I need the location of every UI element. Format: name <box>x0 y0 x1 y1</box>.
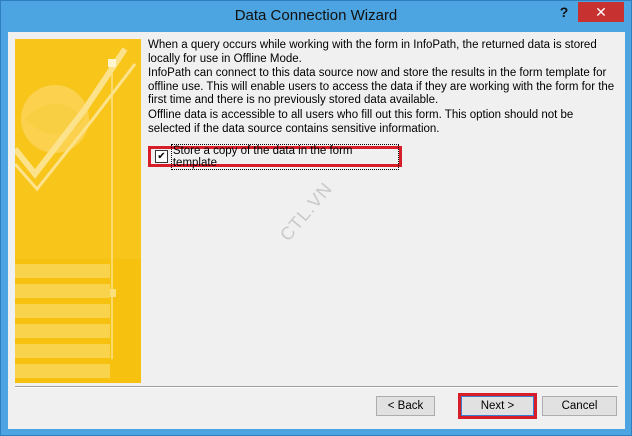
title-bar[interactable]: Data Connection Wizard ? ✕ <box>1 1 631 31</box>
help-button[interactable]: ? <box>550 2 578 22</box>
store-copy-checkbox[interactable]: ✔ <box>155 150 168 163</box>
close-button[interactable]: ✕ <box>578 2 624 22</box>
cancel-button[interactable]: Cancel <box>542 396 617 416</box>
checkmark-icon: ✔ <box>157 150 166 162</box>
window-title: Data Connection Wizard <box>234 7 398 24</box>
store-copy-option[interactable]: ✔ Store a copy of the data in the form t… <box>148 143 402 170</box>
close-icon: ✕ <box>595 4 607 20</box>
dialog-window: Data Connection Wizard ? ✕ When a query … <box>0 0 632 436</box>
description-paragraph-3: Offline data is accessible to all users … <box>148 108 574 135</box>
description-paragraph-1: When a query occurs while working with t… <box>148 39 597 65</box>
description-paragraph-2: InfoPath can connect to this data source… <box>148 67 615 107</box>
description-text: When a query occurs while working with t… <box>148 39 618 137</box>
wizard-art-panel <box>15 39 141 383</box>
button-divider <box>15 386 618 388</box>
watermark-text: CTL.VN <box>276 178 337 245</box>
back-button[interactable]: < Back <box>376 396 435 416</box>
store-copy-label[interactable]: Store a copy of the data in the form tem… <box>170 143 399 170</box>
next-button[interactable]: Next > <box>458 393 537 419</box>
dialog-body: When a query occurs while working with t… <box>8 32 625 429</box>
wizard-art-icon <box>15 39 141 383</box>
